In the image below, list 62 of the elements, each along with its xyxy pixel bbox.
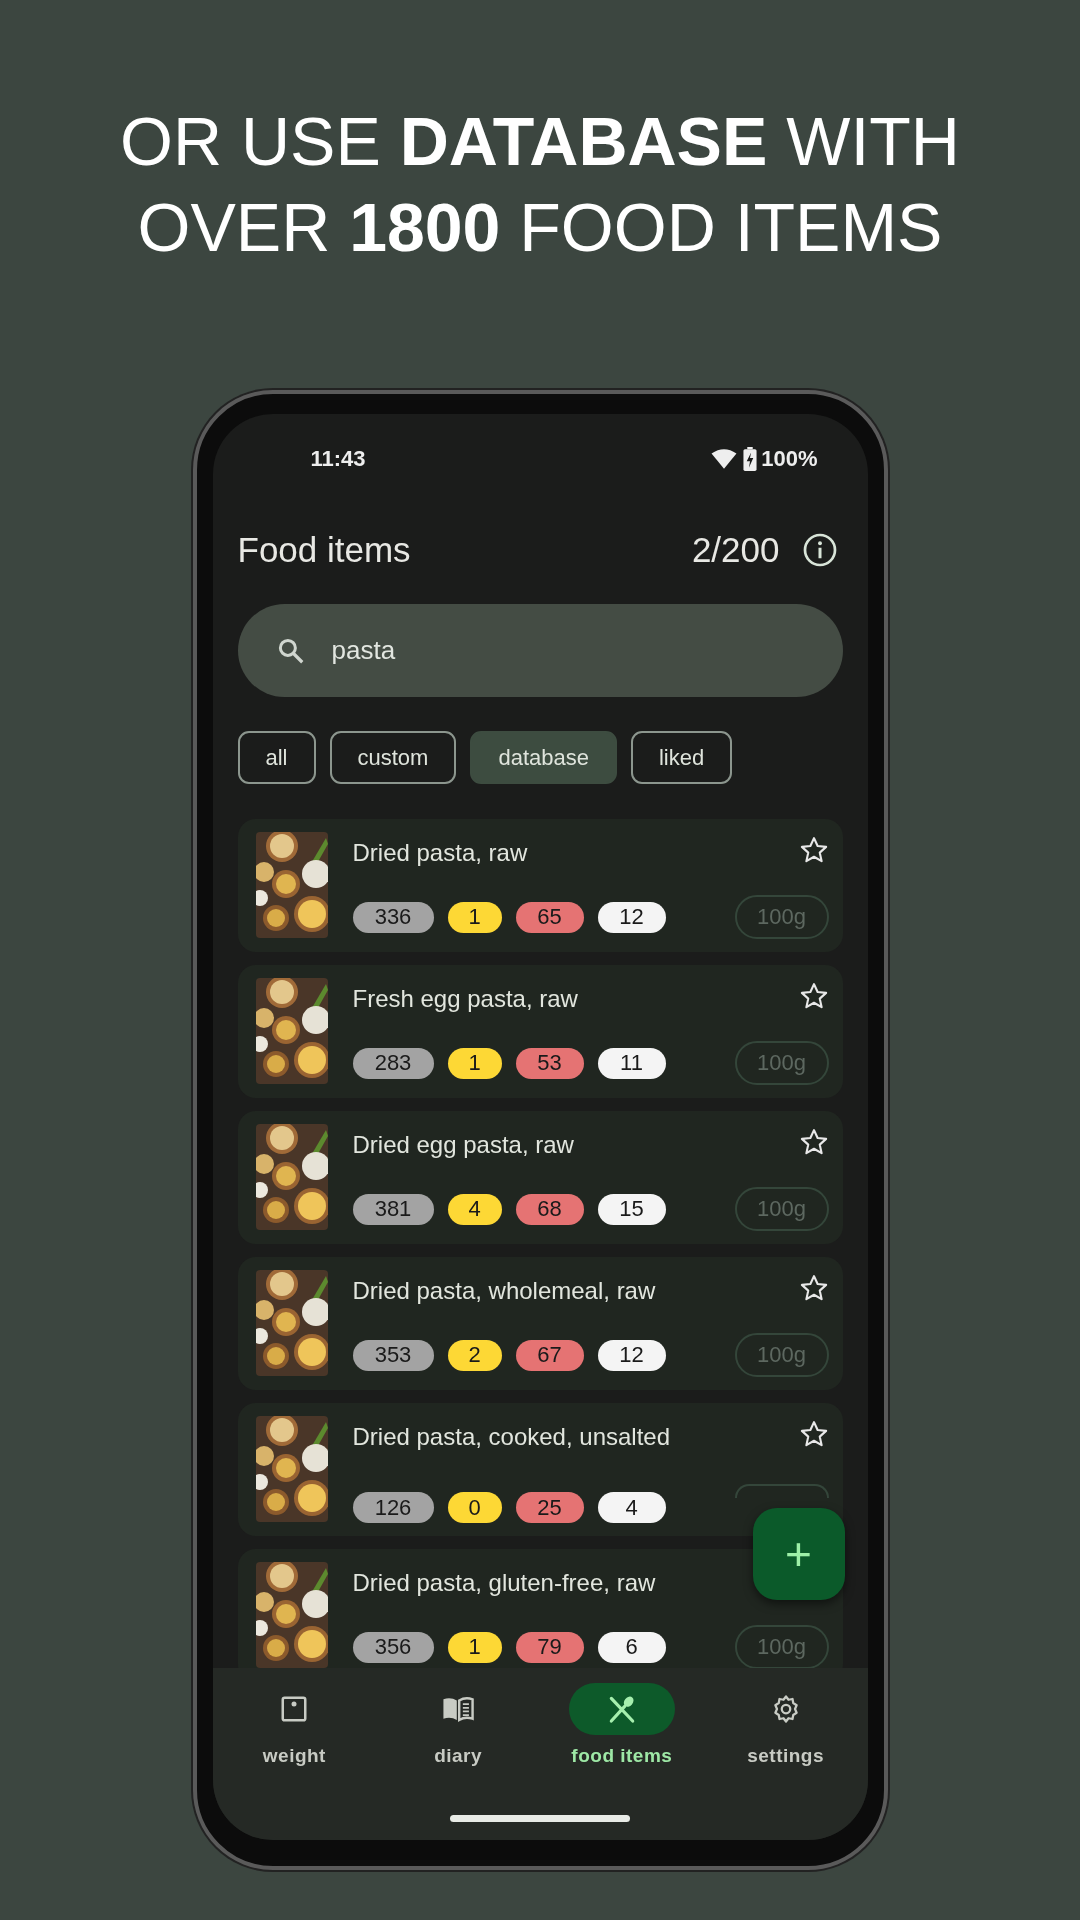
nutrient-badge: 12 xyxy=(597,901,666,933)
search-field[interactable]: pasta xyxy=(237,604,843,697)
nav-label[interactable]: food items xyxy=(571,1745,673,1767)
filter-chip[interactable]: liked xyxy=(630,731,733,784)
nutrient-badge: 2 xyxy=(447,1339,502,1371)
headline: OVER 1800 FOOD ITEMS xyxy=(137,188,943,267)
nutrient-badge: 1 xyxy=(447,901,502,933)
nutrient-badge: 126 xyxy=(352,1492,434,1523)
nutrient-badge: 4 xyxy=(597,1492,666,1523)
nutrient-badge: 283 xyxy=(352,1047,434,1079)
food-card[interactable]: Dried egg pasta, raw 381 4 68 15 100g xyxy=(237,1111,843,1244)
nutrient-badge: 1 xyxy=(447,1631,502,1663)
nutrient-badge: 68 xyxy=(515,1193,584,1225)
food-name: Dried pasta, cooked, unsalted xyxy=(352,1423,671,1451)
clock: 11:43 xyxy=(310,446,367,472)
food-name: Dried pasta, raw xyxy=(352,839,528,867)
nutrient-badge: 25 xyxy=(515,1492,584,1523)
battery-icon xyxy=(743,447,758,471)
wifi-icon xyxy=(711,448,738,470)
nutrient-badge: 356 xyxy=(352,1631,434,1663)
nav-label[interactable]: diary xyxy=(434,1745,483,1767)
scale-icon xyxy=(279,1694,310,1724)
nutrient-badge: 4 xyxy=(447,1193,502,1225)
nutrient-badge: 53 xyxy=(515,1047,584,1079)
screen-title: Food items xyxy=(237,530,412,570)
nav-label[interactable]: weight xyxy=(262,1745,326,1767)
food-name: Dried egg pasta, raw xyxy=(352,1131,574,1159)
nutrient-badge: 12 xyxy=(597,1339,666,1371)
filter-chip[interactable]: database xyxy=(470,731,617,784)
nutrient-badge: 336 xyxy=(352,901,434,933)
nutrient-badge: 11 xyxy=(597,1047,666,1079)
info-icon[interactable] xyxy=(801,532,838,568)
nutrient-badge: 65 xyxy=(515,901,584,933)
star-outline-icon[interactable] xyxy=(798,1273,829,1303)
filter-chip[interactable]: custom xyxy=(329,731,457,784)
nutrient-badge: 6 xyxy=(597,1631,666,1663)
nutrient-badge: 353 xyxy=(352,1339,434,1371)
food-card[interactable]: Dried pasta, cooked, unsalted 126 0 25 4 xyxy=(237,1403,843,1536)
nav-icon-pill[interactable] xyxy=(568,1683,675,1735)
nutrient-badge: 1 xyxy=(447,1047,502,1079)
nutrient-badge: 15 xyxy=(597,1193,666,1225)
star-outline-icon[interactable] xyxy=(798,981,829,1011)
food-card[interactable]: Dried pasta, raw 336 1 65 12 100g xyxy=(237,819,843,952)
star-outline-icon[interactable] xyxy=(798,1419,829,1449)
add-button[interactable]: + xyxy=(752,1508,845,1600)
nutrient-badge: 67 xyxy=(515,1339,584,1371)
filter-chip[interactable]: all xyxy=(237,731,316,784)
food-name: Fresh egg pasta, raw xyxy=(352,985,578,1013)
nav-label[interactable]: settings xyxy=(747,1745,825,1767)
item-count: 2/200 xyxy=(691,530,780,570)
food-card[interactable]: Fresh egg pasta, raw 283 1 53 11 100g xyxy=(237,965,843,1098)
food-name: Dried pasta, wholemeal, raw xyxy=(352,1277,656,1305)
headline: OR USE DATABASE WITH xyxy=(120,102,960,181)
nutrient-badge: 381 xyxy=(352,1193,434,1225)
book-icon xyxy=(441,1694,476,1724)
nutrient-badge: 79 xyxy=(515,1631,584,1663)
battery-level: 100% xyxy=(761,446,818,472)
food-name: Dried pasta, gluten-free, raw xyxy=(352,1569,656,1597)
nutrient-badge: 0 xyxy=(447,1492,502,1523)
star-outline-icon[interactable] xyxy=(798,1127,829,1157)
food-card[interactable]: Dried pasta, wholemeal, raw 353 2 67 12 100g xyxy=(237,1257,843,1390)
star-outline-icon[interactable] xyxy=(798,835,829,865)
